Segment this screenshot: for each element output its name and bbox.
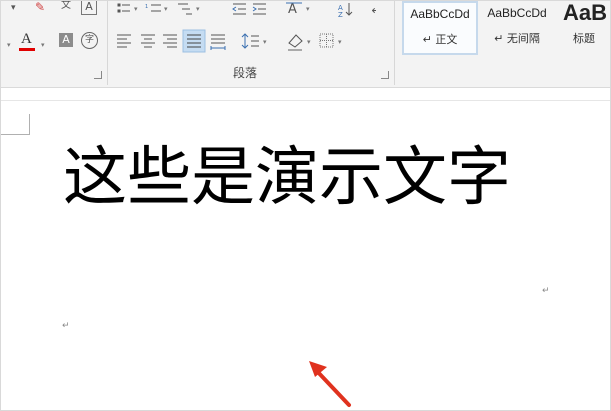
font-color-button[interactable]: A — [21, 31, 32, 47]
svg-text:1: 1 — [145, 4, 148, 10]
bullets-icon[interactable] — [117, 3, 130, 13]
paragraph-second-row: ▾ ▾ ▾ — [117, 29, 342, 53]
paragraph-top-row: ▾ 1 ▾ ▾ A ▾ A Z — [117, 2, 376, 19]
char-shading-letter: A — [62, 33, 70, 46]
dropdown-arrow-icon[interactable]: ▾ — [41, 41, 45, 49]
align-right-icon[interactable] — [163, 34, 177, 48]
show-hide-marks-icon[interactable]: ↲ — [370, 2, 376, 16]
annotation-arrow — [309, 361, 351, 407]
multilevel-list-icon[interactable] — [178, 3, 192, 15]
char-border-icon[interactable]: A — [81, 0, 97, 15]
group-separator — [107, 1, 108, 85]
dropdown-arrow-icon: ▾ — [263, 38, 267, 46]
paragraph-group-label: 段落 — [233, 66, 258, 80]
enclose-char-label: 字 — [84, 35, 94, 45]
char-shading-button[interactable]: A — [59, 33, 73, 47]
style-name: ↵ 无间隔 — [494, 32, 540, 45]
chinese-layout-icon[interactable]: A — [286, 2, 302, 17]
style-name: ↵ 正文 — [422, 33, 458, 46]
dropdown-arrow-icon[interactable]: ▾ — [11, 1, 16, 15]
dropdown-arrow-icon: ▾ — [134, 5, 138, 13]
dropdown-arrow-icon: ▾ — [164, 5, 168, 13]
svg-text:Z: Z — [338, 11, 343, 19]
distributed-icon[interactable] — [210, 34, 226, 50]
increase-indent-icon[interactable] — [252, 3, 266, 15]
style-no-spacing[interactable]: AaBbCcDd ↵ 无间隔 — [480, 1, 554, 53]
dropdown-arrow-icon[interactable]: ▾ — [7, 41, 11, 49]
shading-icon[interactable] — [288, 34, 303, 51]
justify-button[interactable] — [182, 29, 206, 53]
clear-format-icon[interactable]: ✎ — [35, 1, 45, 14]
align-center-icon[interactable] — [141, 34, 155, 48]
enclose-char-button[interactable]: 字 — [81, 32, 98, 49]
dropdown-arrow-icon: ▾ — [306, 5, 310, 13]
font-color-letter: A — [21, 31, 32, 47]
document-text[interactable]: 这些是演示文字 — [63, 143, 511, 213]
char-border-letter: A — [85, 0, 93, 13]
margin-corner-mark — [1, 114, 30, 135]
dropdown-arrow-icon: ▾ — [338, 38, 342, 46]
style-normal[interactable]: AaBbCcDd ↵ 正文 — [402, 1, 478, 55]
align-left-icon[interactable] — [117, 34, 131, 48]
decrease-indent-icon[interactable] — [232, 3, 246, 15]
page-gap-line — [1, 100, 610, 101]
ribbon: ▾ ✎ 文 A ▾ A ▾ A 字 ▾ 1 ▾ ▾ A ▾ A Z ▾ ▾ ▾ … — [1, 1, 610, 88]
style-sample: AaBbCcDd — [410, 7, 470, 21]
line-spacing-icon[interactable] — [241, 33, 259, 49]
style-heading[interactable]: AaB 标题 — [558, 0, 610, 53]
paragraph-dialog-launcher-icon[interactable] — [381, 71, 389, 79]
paragraph-mark: ↵ — [542, 286, 550, 296]
paragraph-mark: ↵ — [62, 321, 70, 331]
sort-icon[interactable]: A Z — [338, 3, 353, 19]
borders-icon[interactable] — [319, 33, 334, 48]
dropdown-arrow-icon: ▾ — [196, 5, 200, 13]
group-separator — [394, 1, 395, 85]
phonetic-guide-icon[interactable]: 文 — [61, 0, 71, 13]
svg-text:↲: ↲ — [370, 2, 376, 16]
svg-text:A: A — [288, 2, 297, 17]
dropdown-arrow-icon: ▾ — [307, 38, 311, 46]
style-sample: AaB — [563, 0, 608, 25]
style-sample: AaBbCcDd — [487, 6, 547, 20]
word-window: ▾ ✎ 文 A ▾ A ▾ A 字 ▾ 1 ▾ ▾ A ▾ A Z ▾ ▾ ▾ … — [0, 0, 611, 411]
font-dialog-launcher-icon[interactable] — [94, 71, 102, 79]
style-name: 标题 — [573, 32, 595, 45]
font-color-bar — [19, 48, 35, 51]
numbering-icon[interactable]: 1 — [145, 4, 161, 12]
phonetic-guide-label: 文 — [61, 0, 71, 11]
